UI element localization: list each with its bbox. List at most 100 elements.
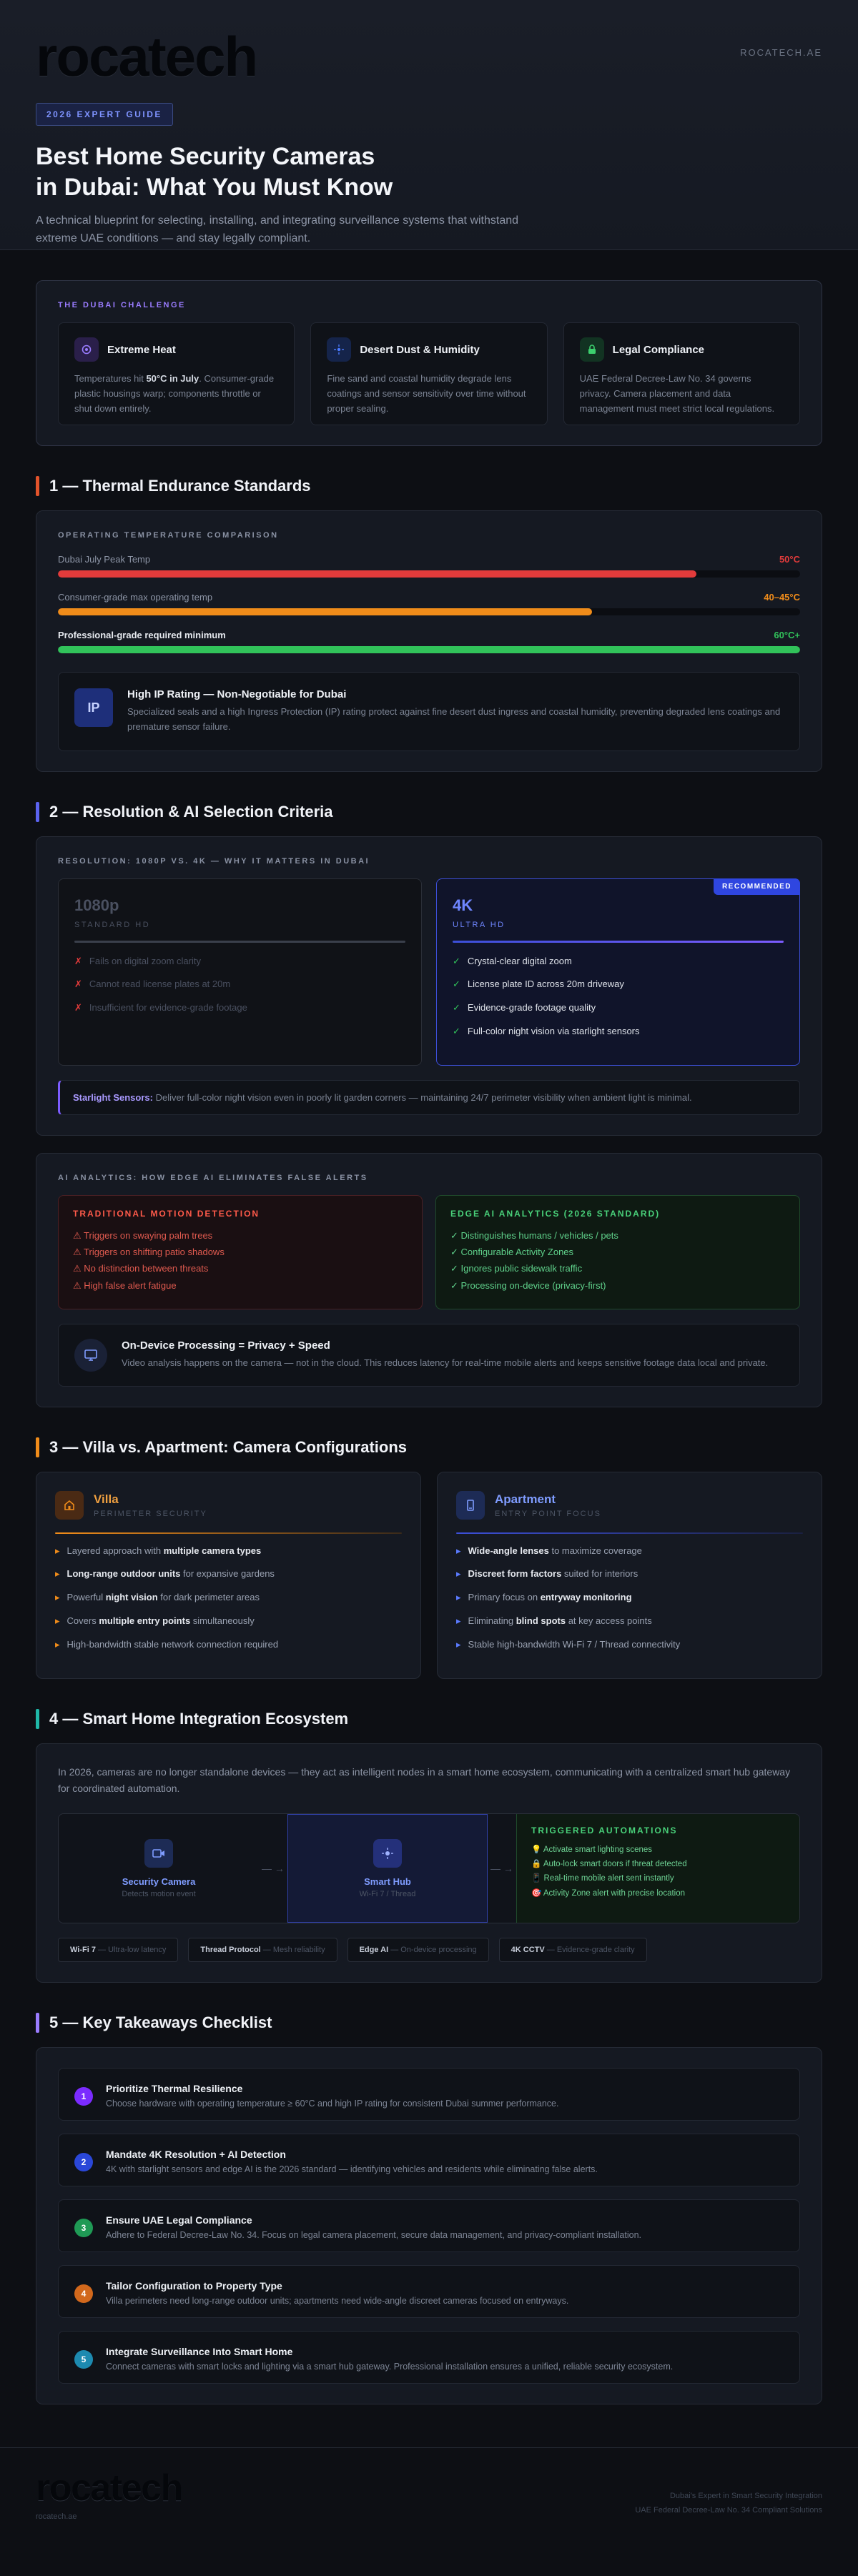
challenge-card: THE DUBAI CHALLENGE Extreme Heat Tempera… [36, 280, 822, 446]
cross-icon: ✗ [74, 1002, 82, 1014]
edge-ai-list: ✓ Distinguishes humans / vehicles / pets… [450, 1227, 785, 1294]
ip-title: High IP Rating — Non-Negotiable for Duba… [127, 688, 347, 700]
flow-camera-node: Security Camera Detects motion event [59, 1814, 259, 1923]
challenge-heat-head: Extreme Heat [74, 337, 278, 362]
integration-intro: In 2026, cameras are no longer standalon… [58, 1765, 791, 1795]
tech-tag: Edge AI — On-device processing [347, 1938, 489, 1963]
hd-item: ✗ Fails on digital zoom clarity [74, 954, 405, 969]
takeaway-title: Prioritize Thermal Resilience [106, 2083, 243, 2095]
guide-badge: 2026 EXPERT GUIDE [36, 103, 173, 126]
villa-item: ▸ Covers multiple entry points simultaneo… [55, 1614, 402, 1629]
tech-tag: Thread Protocol — Mesh reliability [188, 1938, 337, 1963]
takeaway-number: 3 [74, 2219, 93, 2238]
domain-link[interactable]: ROCATECH.AE [740, 47, 822, 58]
monitor-icon [74, 1338, 107, 1372]
triggered-automations: TRIGGERED AUTOMATIONS 💡 Activate smart l… [516, 1814, 799, 1923]
villa-head: Villa PERIMETER SECURITY [55, 1490, 402, 1520]
temp-label: Professional-grade required minimum [58, 630, 226, 640]
takeaway-item: 1 Prioritize Thermal Resilience Choose har… [58, 2068, 800, 2121]
bullet-arrow-icon: ▸ [55, 1568, 60, 1580]
brand-logo[interactable]: rocatech [36, 29, 822, 84]
challenge-legal-head: Legal Compliance [579, 337, 784, 362]
section-5-accent [36, 2013, 39, 2033]
challenge-heat: Extreme Heat Temperatures hit 50°C in Ju… [58, 322, 295, 425]
apartment-subtitle: ENTRY POINT FOCUS [495, 1509, 601, 1518]
temp-row-dubai: Dubai July Peak Temp 50°C [58, 554, 800, 578]
challenge-heat-title: Extreme Heat [107, 343, 176, 356]
takeaway-number: 2 [74, 2153, 93, 2172]
challenge-row: Extreme Heat Temperatures hit 50°C in Ju… [58, 322, 800, 425]
apartment-head: Apartment ENTRY POINT FOCUS [456, 1490, 803, 1520]
temp-bar-fill [58, 570, 696, 578]
bullet-arrow-icon: ▸ [55, 1592, 60, 1603]
apartment-name: Apartment [495, 1492, 556, 1506]
apartment-card: Apartment ENTRY POINT FOCUS ▸ Wide-angle l… [437, 1471, 822, 1679]
bullet-arrow-icon: ▸ [55, 1615, 60, 1626]
challenge-dust: Desert Dust & Humidity Fine sand and coa… [310, 322, 548, 425]
uhd-item: ✓ Full-color night vision via starlight s… [453, 1024, 784, 1039]
flow-hub-node: Smart Hub Wi-Fi 7 / Thread [287, 1814, 488, 1923]
footer-line-1: Dubai's Expert in Smart Security Integra… [669, 2492, 822, 2501]
temp-track [58, 608, 800, 615]
temp-row-professional: Professional-grade required minimum 60°C+ [58, 630, 800, 653]
takeaway-title: Mandate 4K Resolution + AI Detection [106, 2149, 286, 2161]
thermal-kicker: OPERATING TEMPERATURE COMPARISON [58, 531, 279, 540]
ai-row: TRADITIONAL MOTION DETECTION ⚠ Triggers … [58, 1194, 800, 1309]
takeaway-item: 5 Integrate Surveillance Into Smart Home C… [58, 2331, 800, 2384]
resolution-row: 1080p STANDARD HD ✗ Fails on digital zoom… [58, 878, 800, 1066]
flow-camera-name: Security Camera [122, 1876, 196, 1887]
camera-icon [144, 1838, 173, 1868]
edge-ai-item: ✓ Ignores public sidewalk traffic [450, 1263, 583, 1274]
temp-label: Dubai July Peak Temp [58, 554, 151, 565]
check-icon: ✓ [453, 1025, 460, 1036]
hd-divider [74, 940, 405, 943]
tech-tags: Wi-Fi 7 — Ultra-low latency Thread Proto… [58, 1938, 800, 1963]
takeaway-number: 1 [74, 2087, 93, 2106]
uhd-subtitle: ULTRA HD [453, 920, 506, 929]
on-device-text: Video analysis happens on the camera — n… [122, 1357, 769, 1368]
recommended-badge: RECOMMENDED [713, 878, 800, 895]
apartment-item: ▸ Discreet form factors suited for interi… [456, 1567, 803, 1582]
footer: rocatech rocatech.ae Dubai's Expert in S… [0, 2447, 858, 2576]
villa-item: ▸ Powerful night vision for dark perimete… [55, 1590, 402, 1605]
apartment-list: ▸ Wide-angle lenses to maximize coverage … [456, 1544, 803, 1653]
uhd-title: 4K [453, 896, 473, 914]
uhd-divider [453, 940, 784, 943]
traditional-title: TRADITIONAL MOTION DETECTION [73, 1208, 260, 1219]
traditional-item: ⚠ No distinction between threats [73, 1263, 209, 1274]
bullet-arrow-icon: ▸ [456, 1592, 461, 1603]
page: rocatech ROCATECH.AE 2026 EXPERT GUIDE B… [0, 0, 858, 2576]
bullet-arrow-icon: ▸ [55, 1638, 60, 1650]
flow-hub-sub: Wi-Fi 7 / Thread [359, 1889, 416, 1898]
section-4-title: 4 — Smart Home Integration Ecosystem [36, 1708, 822, 1729]
ai-card: AI ANALYTICS: HOW EDGE AI ELIMINATES FAL… [36, 1152, 822, 1407]
takeaway-text: Connect cameras with smart locks and lig… [106, 2362, 674, 2372]
apartment-item: ▸ Eliminating blind spots at key access p… [456, 1614, 803, 1629]
page-title: Best Home Security Cameras in Dubai: Wha… [36, 142, 465, 202]
automation-item: 📱 Real-time mobile alert sent instantly [531, 1874, 674, 1883]
edge-ai-item: ✓ Distinguishes humans / vehicles / pets [450, 1229, 618, 1241]
lock-icon [579, 337, 604, 362]
check-icon: ✓ [453, 955, 460, 966]
automation-item: 💡 Activate smart lighting scenes [531, 1846, 653, 1855]
flow-hub-name: Smart Hub [364, 1876, 411, 1887]
title-line-1: Best Home Security Cameras [36, 143, 375, 170]
takeaway-text: Villa perimeters need long-range outdoor… [106, 2296, 569, 2307]
challenge-heat-text: Temperatures hit 50°C in July. Consumer-… [74, 373, 275, 414]
takeaway-title: Ensure UAE Legal Compliance [106, 2214, 252, 2226]
temp-bar-fill [58, 608, 593, 615]
ip-badge: IP [74, 688, 113, 727]
section-2-title: 2 — Resolution & AI Selection Criteria [36, 801, 822, 822]
bullet-arrow-icon: ▸ [456, 1545, 461, 1556]
villa-item: ▸ High-bandwidth stable network connectio… [55, 1638, 402, 1653]
tech-tag: Wi-Fi 7 — Ultra-low latency [58, 1938, 179, 1963]
apartment-item: ▸ Stable high-bandwidth Wi-Fi 7 / Thread … [456, 1638, 803, 1653]
dust-icon [327, 337, 352, 362]
ai-kicker: AI ANALYTICS: HOW EDGE AI ELIMINATES FAL… [58, 1173, 368, 1182]
edge-ai-item: ✓ Processing on-device (privacy-first) [450, 1279, 606, 1291]
temp-row-consumer: Consumer-grade max operating temp 40–45°C [58, 592, 800, 615]
traditional-item: ⚠ High false alert fatigue [73, 1279, 177, 1291]
edge-ai-box: EDGE AI ANALYTICS (2026 STANDARD) ✓ Dist… [435, 1194, 800, 1309]
traditional-box: TRADITIONAL MOTION DETECTION ⚠ Triggers … [58, 1194, 423, 1309]
bullet-arrow-icon: ▸ [456, 1615, 461, 1626]
